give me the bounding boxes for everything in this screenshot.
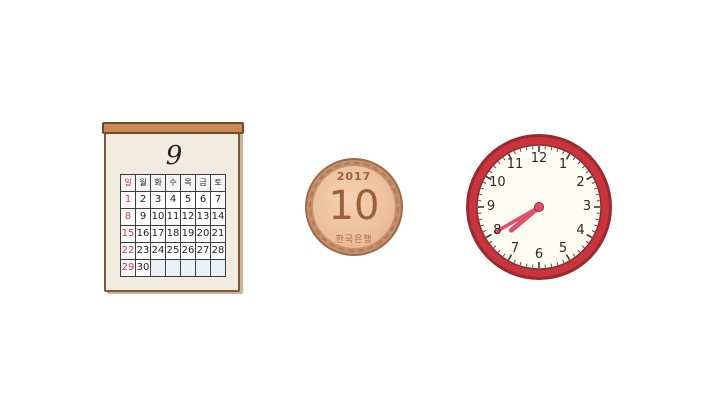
calendar-empty-cell: [211, 260, 226, 277]
calendar-day: 22: [121, 243, 136, 260]
calendar-day: 29: [121, 260, 136, 277]
clock-number: 2: [576, 175, 585, 190]
calendar-day: 6: [196, 192, 211, 209]
clock-minute-tick: [595, 218, 599, 221]
calendar: 9 일 월 화 수 목 금 토 1 2 3 4 5 6 7 8 9 10 11 12 13 14 15 16 17 18 19 20…: [102, 122, 244, 296]
calendar-day: 24: [151, 243, 166, 260]
calendar-day: 25: [166, 243, 181, 260]
calendar-day: 17: [151, 226, 166, 243]
calendar-day: 5: [181, 192, 196, 209]
coin-10-won: 2017 10 한국은행: [305, 158, 403, 256]
clock-minute-tick: [525, 263, 528, 267]
calendar-day: 20: [196, 226, 211, 243]
clock-number: 5: [558, 240, 568, 256]
clock-number: 8: [493, 223, 502, 238]
clock-number: 12: [530, 151, 548, 166]
calendar-day: 1: [121, 192, 136, 209]
calendar-day: 28: [211, 243, 226, 260]
calendar-day: 9: [136, 209, 151, 226]
calendar-weekday: 목: [181, 175, 196, 192]
calendar-day: 3: [151, 192, 166, 209]
calendar-day: 13: [196, 209, 211, 226]
clock-number: 3: [582, 199, 592, 214]
calendar-top-bar: [102, 122, 244, 134]
coin-year: 2017: [336, 170, 372, 183]
clock-minute-tick: [595, 193, 599, 196]
calendar-paper: 9 일 월 화 수 목 금 토 1 2 3 4 5 6 7 8 9 10 11 12 13 14 15 16 17 18 19 20…: [104, 126, 240, 292]
clock-minute-tick: [479, 218, 483, 221]
coin-bank-name: 한국은행: [335, 235, 373, 245]
calendar-day: 4: [166, 192, 181, 209]
calendar-day: 26: [181, 243, 196, 260]
clock-number: 10: [489, 175, 506, 190]
calendar-grid: 일 월 화 수 목 금 토 1 2 3 4 5 6 7 8 9 10 11 12 13 14 15 16 17 18 19 20 21…: [120, 174, 226, 277]
calendar-weekday: 수: [166, 175, 181, 192]
calendar-day: 21: [211, 226, 226, 243]
calendar-day: 2: [136, 192, 151, 209]
calendar-day: 15: [121, 226, 136, 243]
calendar-day: 30: [136, 260, 151, 277]
clock-minute-tick: [550, 263, 553, 267]
calendar-day: 12: [181, 209, 196, 226]
clock-center-pin: [534, 202, 544, 212]
calendar-day: 18: [166, 226, 181, 243]
calendar-empty-cell: [166, 260, 181, 277]
clock-minute-tick: [550, 147, 553, 151]
clock-minute-tick: [525, 147, 528, 151]
calendar-day: 27: [196, 243, 211, 260]
calendar-day: 16: [136, 226, 151, 243]
calendar-weekday: 월: [136, 175, 151, 192]
calendar-day: 8: [121, 209, 136, 226]
clock-number: 7: [510, 240, 520, 256]
clock-number: 4: [576, 223, 585, 238]
clock-number: 11: [506, 157, 524, 173]
clock-number: 6: [534, 247, 544, 262]
calendar-weekday: 화: [151, 175, 166, 192]
clock-number: 9: [486, 199, 496, 214]
coin-value: 10: [328, 183, 380, 229]
calendar-weekday: 금: [196, 175, 211, 192]
calendar-month: 9: [165, 141, 183, 171]
calendar-day: 14: [211, 209, 226, 226]
calendar-day: 19: [181, 226, 196, 243]
calendar-day: 23: [136, 243, 151, 260]
clock-number: 1: [558, 157, 568, 173]
calendar-day: 11: [166, 209, 181, 226]
calendar-day: 10: [151, 209, 166, 226]
calendar-empty-cell: [181, 260, 196, 277]
calendar-day: 7: [211, 192, 226, 209]
analog-clock: 12 1 2 3 4 5 6 7 8 9 10 11: [464, 132, 614, 282]
calendar-empty-cell: [196, 260, 211, 277]
clock-minute-tick: [479, 193, 483, 196]
illustration-scene: 9 일 월 화 수 목 금 토 1 2 3 4 5 6 7 8 9 10 11 12 13 14 15 16 17 18 19 20…: [0, 0, 718, 416]
calendar-weekday: 일: [121, 175, 136, 192]
calendar-weekday: 토: [211, 175, 226, 192]
calendar-empty-cell: [151, 260, 166, 277]
